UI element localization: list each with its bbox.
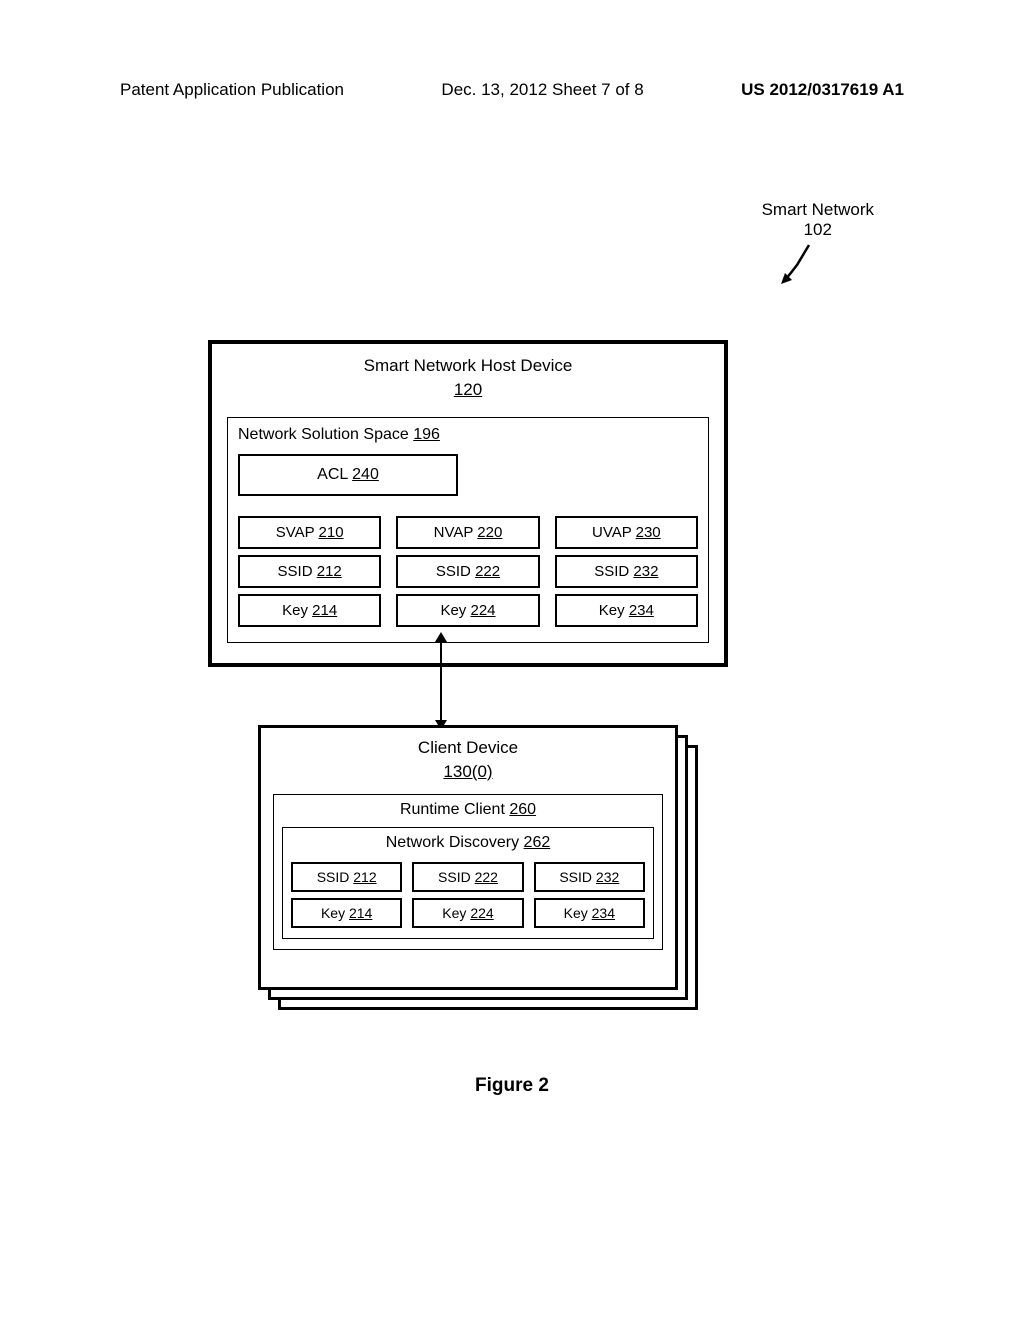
runtime-client-box: Runtime Client 260 Network Discovery 262… <box>273 794 663 950</box>
connector-line <box>440 634 442 728</box>
svap-box: SVAP 210 <box>238 516 381 549</box>
nss-label: Network Solution Space <box>238 426 409 443</box>
client-ssid-232: SSID 232 <box>534 862 645 892</box>
figure-label: Figure 2 <box>0 1075 1024 1097</box>
runtime-num: 260 <box>509 801 536 818</box>
smart-network-label: Smart Network 102 <box>762 200 874 240</box>
client-col-2: SSID 232 Key 234 <box>534 862 645 928</box>
client-key-234: Key 234 <box>534 898 645 928</box>
client-key-214: Key 214 <box>291 898 402 928</box>
vap-col-nvap: NVAP 220 SSID 222 Key 224 <box>396 516 539 627</box>
header-center: Dec. 13, 2012 Sheet 7 of 8 <box>441 80 643 100</box>
vap-col-uvap: UVAP 230 SSID 232 Key 234 <box>555 516 698 627</box>
client-title-num: 130(0) <box>443 762 492 781</box>
uvap-box: UVAP 230 <box>555 516 698 549</box>
smart-network-text: Smart Network <box>762 200 874 220</box>
nvap-box: NVAP 220 <box>396 516 539 549</box>
vap-col-svap: SVAP 210 SSID 212 Key 214 <box>238 516 381 627</box>
ssid-232-box: SSID 232 <box>555 555 698 588</box>
smart-network-num: 102 <box>762 220 874 240</box>
key-224-box: Key 224 <box>396 594 539 627</box>
nss-num: 196 <box>413 426 440 443</box>
acl-box: ACL 240 <box>238 454 458 496</box>
header-left: Patent Application Publication <box>120 80 344 100</box>
vap-row: SVAP 210 SSID 212 Key 214 NVAP 220 SSID … <box>238 516 698 627</box>
client-key-224: Key 224 <box>412 898 523 928</box>
runtime-label: Runtime Client <box>400 801 505 818</box>
key-234-box: Key 234 <box>555 594 698 627</box>
client-device-box: Client Device 130(0) Runtime Client 260 … <box>258 725 678 990</box>
runtime-title: Runtime Client 260 <box>282 801 654 819</box>
discovery-title: Network Discovery 262 <box>291 834 645 852</box>
ssid-212-box: SSID 212 <box>238 555 381 588</box>
discovery-label: Network Discovery <box>386 834 519 851</box>
client-col-0: SSID 212 Key 214 <box>291 862 402 928</box>
client-title: Client Device 130(0) <box>273 736 663 784</box>
acl-label: ACL <box>317 466 348 483</box>
network-discovery-box: Network Discovery 262 SSID 212 Key 214 S… <box>282 827 654 939</box>
network-solution-space-box: Network Solution Space 196 ACL 240 SVAP … <box>227 417 709 643</box>
client-col-1: SSID 222 Key 224 <box>412 862 523 928</box>
key-214-box: Key 214 <box>238 594 381 627</box>
host-title-num: 120 <box>454 380 482 399</box>
page-header: Patent Application Publication Dec. 13, … <box>0 80 1024 100</box>
host-title: Smart Network Host Device 120 <box>227 354 709 402</box>
client-row: SSID 212 Key 214 SSID 222 Key 224 SSID 2… <box>291 862 645 928</box>
arrow-icon <box>779 240 819 290</box>
host-title-text: Smart Network Host Device <box>364 356 573 375</box>
ssid-222-box: SSID 222 <box>396 555 539 588</box>
nss-title: Network Solution Space 196 <box>238 426 698 444</box>
host-device-box: Smart Network Host Device 120 Network So… <box>208 340 728 667</box>
header-right: US 2012/0317619 A1 <box>741 80 904 100</box>
client-title-text: Client Device <box>418 738 518 757</box>
discovery-num: 262 <box>524 834 551 851</box>
acl-num: 240 <box>352 466 379 483</box>
client-ssid-212: SSID 212 <box>291 862 402 892</box>
client-ssid-222: SSID 222 <box>412 862 523 892</box>
